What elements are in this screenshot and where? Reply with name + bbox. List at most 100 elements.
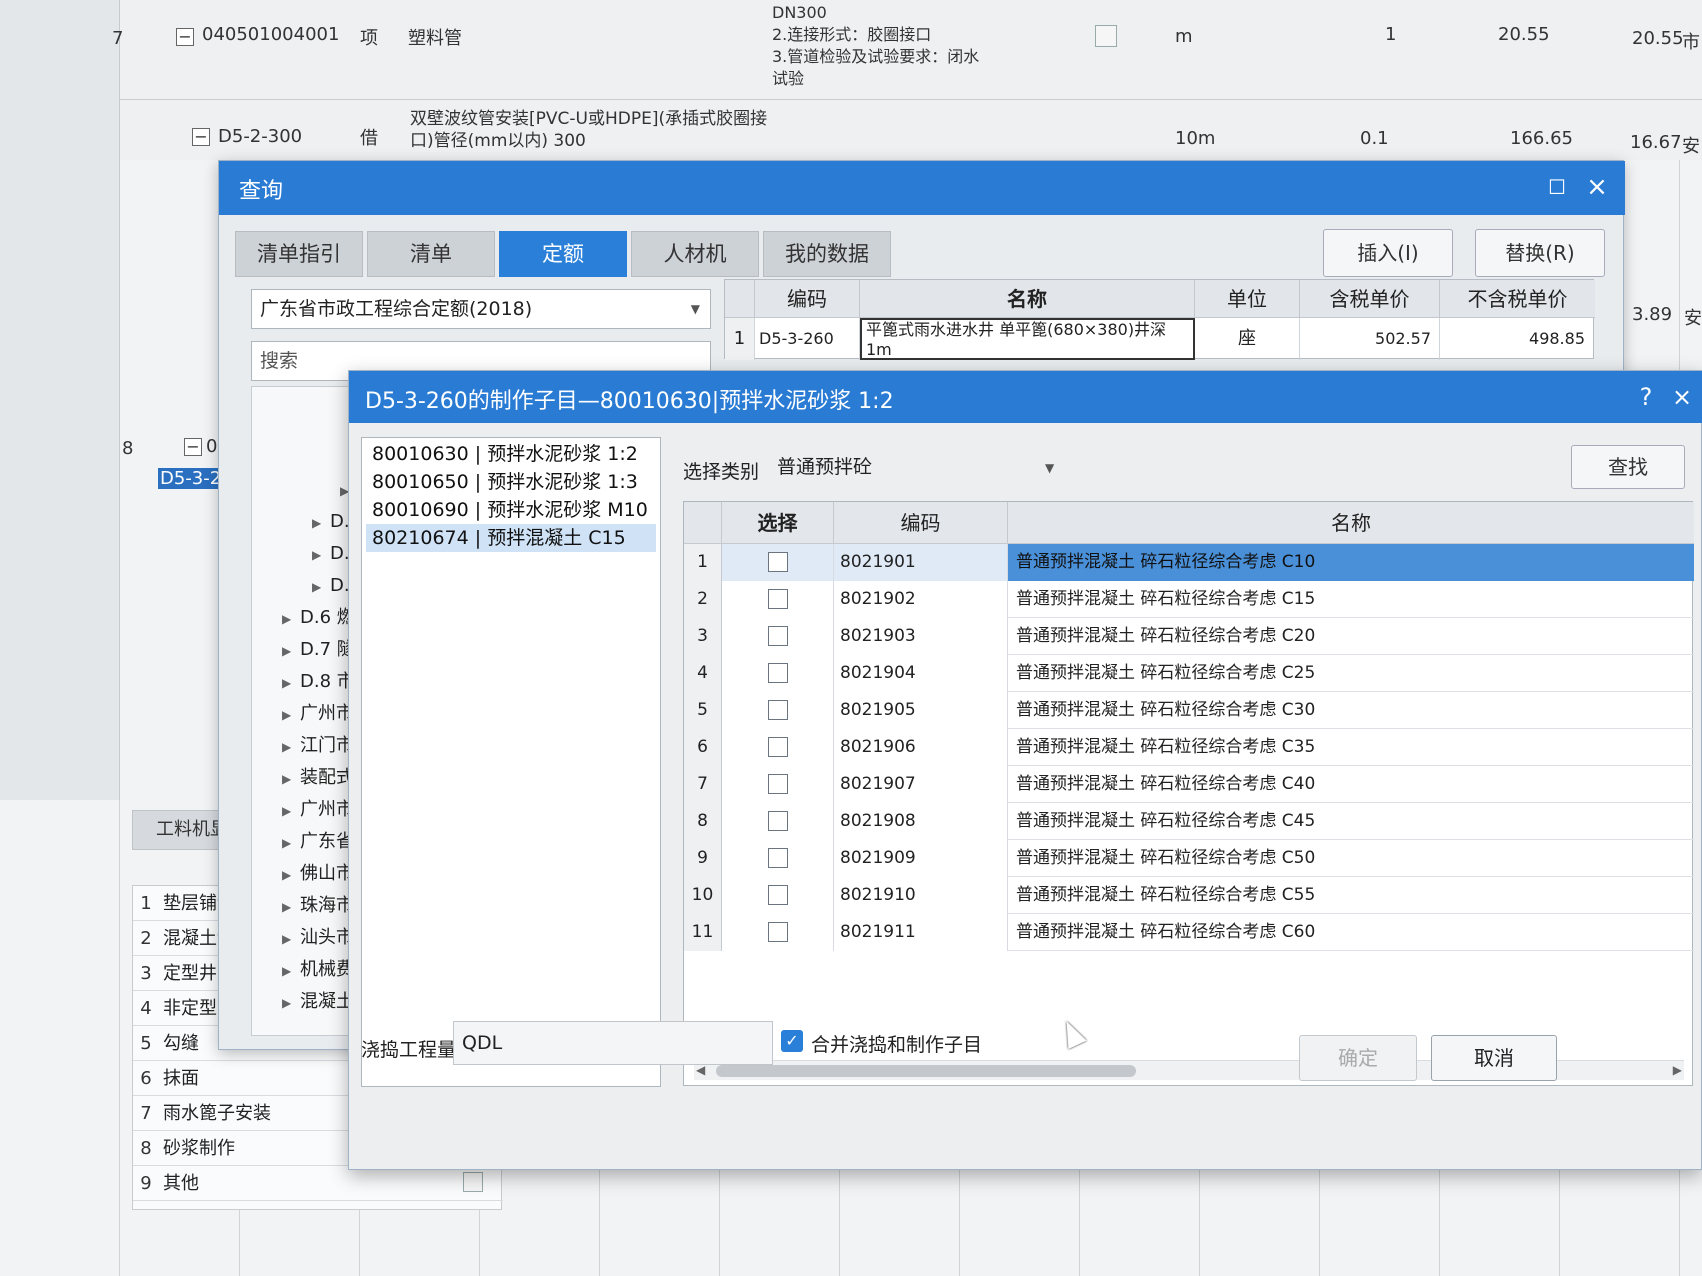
tab-my-data[interactable]: 我的数据 [763,231,891,277]
scroll-thumb[interactable] [716,1065,1136,1077]
row-checkbox[interactable] [768,552,788,572]
grid-header-code[interactable]: 编码 [755,280,860,318]
tab-bill-guide[interactable]: 清单指引 [235,231,363,277]
tab-quota[interactable]: 定额 [499,231,627,277]
tree-node[interactable]: ▶ 混凝土 [282,987,354,1017]
qty-label: 浇捣工程量 [361,1039,457,1061]
row-checkbox[interactable] [768,811,788,831]
maximize-icon[interactable]: ☐ [1541,171,1573,203]
table-header-code[interactable]: 编码 [834,502,1008,544]
grid-cell-notax-price[interactable]: 498.85 [1440,318,1595,360]
chevron-right-icon: ▶ [312,548,322,562]
row-checkbox[interactable] [768,626,788,646]
tab-bill[interactable]: 清单 [367,231,495,277]
bg-right-tail: 安 [1684,308,1702,329]
grid-cell-unit[interactable]: 座 [1195,318,1300,360]
grid-header-unit[interactable]: 单位 [1195,280,1300,318]
tree-node[interactable]: ▶ 广州市 [282,795,354,825]
tree-node[interactable]: ▶ 广州市 [282,699,354,729]
list-item[interactable]: 80010630 | 预拌水泥砂浆 1:2 [366,440,656,468]
table-row[interactable]: 5 8021905 普通预拌混凝土 碎石粒径综合考虑 C30 [684,692,1694,729]
table-header-name[interactable]: 名称 [1008,502,1694,544]
scroll-left-icon[interactable]: ◀ [696,1063,705,1077]
row-checkbox[interactable] [463,1172,483,1192]
row-total: 20.55 [1632,28,1684,49]
tree-node[interactable]: ▶ 机械费 [282,955,354,985]
tree-node[interactable]: ▶ D.6 燃 [282,603,355,633]
table-row[interactable]: 9 8021909 普通预拌混凝土 碎石粒径综合考虑 C50 [684,840,1694,877]
tree-node[interactable]: ▶ 珠海市 [282,891,354,921]
table-row[interactable]: 8 8021908 普通预拌混凝土 碎石粒径综合考虑 C45 [684,803,1694,840]
table-row[interactable]: 4 8021904 普通预拌混凝土 碎石粒径综合考虑 C25 [684,655,1694,692]
table-row[interactable]: 7 8021907 普通预拌混凝土 碎石粒径综合考虑 C40 [684,766,1694,803]
chevron-right-icon: ▶ [282,932,292,946]
bg-row-7[interactable]: 7 − 040501004001 项 塑料管 DN300 2.连接形式：胶圈接口… [112,0,1702,100]
tree-node[interactable]: ▶ D. [312,539,350,569]
row-checkbox[interactable] [768,922,788,942]
ok-button[interactable]: 确定 [1299,1035,1417,1081]
table-row[interactable]: 3 8021903 普通预拌混凝土 碎石粒径综合考虑 C20 [684,618,1694,655]
qty-input[interactable]: QDL [453,1021,773,1065]
table-row[interactable]: 1 8021901 普通预拌混凝土 碎石粒径综合考虑 C10 [684,544,1694,581]
grid-cell-code[interactable]: D5-3-260 [755,318,860,360]
tree-node[interactable]: ▶ D.8 市 [282,667,355,697]
cancel-button[interactable]: 取消 [1431,1035,1557,1081]
replace-button[interactable]: 替换(R) [1475,229,1605,277]
scroll-right-icon[interactable]: ▶ [1673,1063,1682,1077]
close-icon[interactable]: × [1581,171,1613,203]
chevron-right-icon: ▶ [282,772,292,786]
tree-node[interactable]: ▶ D. [312,507,350,537]
find-button[interactable]: 查找 [1571,445,1685,489]
tree-node[interactable]: ▶ 广东省 [282,827,354,857]
row-checkbox[interactable] [768,885,788,905]
query-dialog-title: 查询 [239,179,284,204]
list-item-selected[interactable]: 80210674 | 预拌混凝土 C15 [366,524,656,552]
insert-button[interactable]: 插入(I) [1323,229,1453,277]
grid-cell-name[interactable]: 平篦式雨水进水井 单平篦(680×380)井深 1m [860,318,1195,360]
grid-header-name[interactable]: 名称 [860,280,1195,318]
quota-library-select[interactable]: 广东省市政工程综合定额(2018) ▼ [251,289,711,329]
list-item[interactable]: 9 其他 [133,1166,503,1201]
row-checkbox[interactable] [768,663,788,683]
category-label: 选择类别 [683,461,760,483]
table-row[interactable]: 11 8021911 普通预拌混凝土 碎石粒径综合考虑 C60 [684,914,1694,951]
tree-node[interactable]: ▶ 汕头市 [282,923,354,953]
tree-node[interactable]: ▶ 佛山市 [282,859,354,889]
close-icon[interactable]: × [1667,381,1697,413]
tree-node[interactable]: ▶ D. [312,571,350,601]
table-row[interactable]: 10 8021910 普通预拌混凝土 碎石粒径综合考虑 C55 [684,877,1694,914]
tab-labor-material-machine[interactable]: 人材机 [631,231,759,277]
row-checkbox[interactable] [768,774,788,794]
row-checkbox[interactable] [768,700,788,720]
collapse-icon[interactable]: − [176,28,194,46]
table-row[interactable]: 6 8021906 普通预拌混凝土 碎石粒径综合考虑 C35 [684,729,1694,766]
table-row[interactable]: 2 8021902 普通预拌混凝土 碎石粒径综合考虑 C15 [684,581,1694,618]
category-select[interactable]: 普通预拌砼 [769,447,1049,487]
row-checkbox[interactable] [768,589,788,609]
tree-node[interactable]: ▶ 江门市 [282,731,354,761]
row-checkbox[interactable] [768,848,788,868]
bg-subrow[interactable]: − D5-2-300 借 双壁波纹管安装[PVC-U或HDPE](承插式胶圈接口… [120,100,1702,160]
chevron-right-icon: ▶ [282,708,292,722]
grid-header-tax-price[interactable]: 含税单价 [1300,280,1440,318]
help-icon[interactable]: ? [1631,381,1661,413]
grid-cell-tax-price[interactable]: 502.57 [1300,318,1440,360]
list-item[interactable]: 80010650 | 预拌水泥砂浆 1:3 [366,468,656,496]
tree-node[interactable]: ▶ 装配式 [282,763,354,793]
production-item-list: 80010630 | 预拌水泥砂浆 1:2 80010650 | 预拌水泥砂浆 … [361,437,661,1087]
subrow-type: 借 [360,128,378,149]
sub-dialog-titlebar[interactable]: D5-3-260的制作子目—80010630|预拌水泥砂浆 1:2 ? × [349,371,1702,423]
list-item[interactable]: 80010690 | 预拌水泥砂浆 M10 [366,496,656,524]
query-dialog-titlebar[interactable]: 查询 ☐ × [219,161,1625,215]
chevron-right-icon: ▶ [282,900,292,914]
table-header-select[interactable]: 选择 [722,502,834,544]
tree-node[interactable]: ▶ D.7 隧 [282,635,355,665]
chevron-down-icon[interactable]: ▼ [1045,461,1054,475]
grid-header-notax-price[interactable]: 不含税单价 [1440,280,1595,318]
row-type: 项 [360,28,378,49]
row-checkbox[interactable] [768,737,788,757]
collapse-icon[interactable]: − [184,438,202,456]
row-checkbox[interactable] [1095,25,1117,47]
merge-checkbox[interactable]: ✓ [781,1030,803,1052]
collapse-icon[interactable]: − [192,128,210,146]
